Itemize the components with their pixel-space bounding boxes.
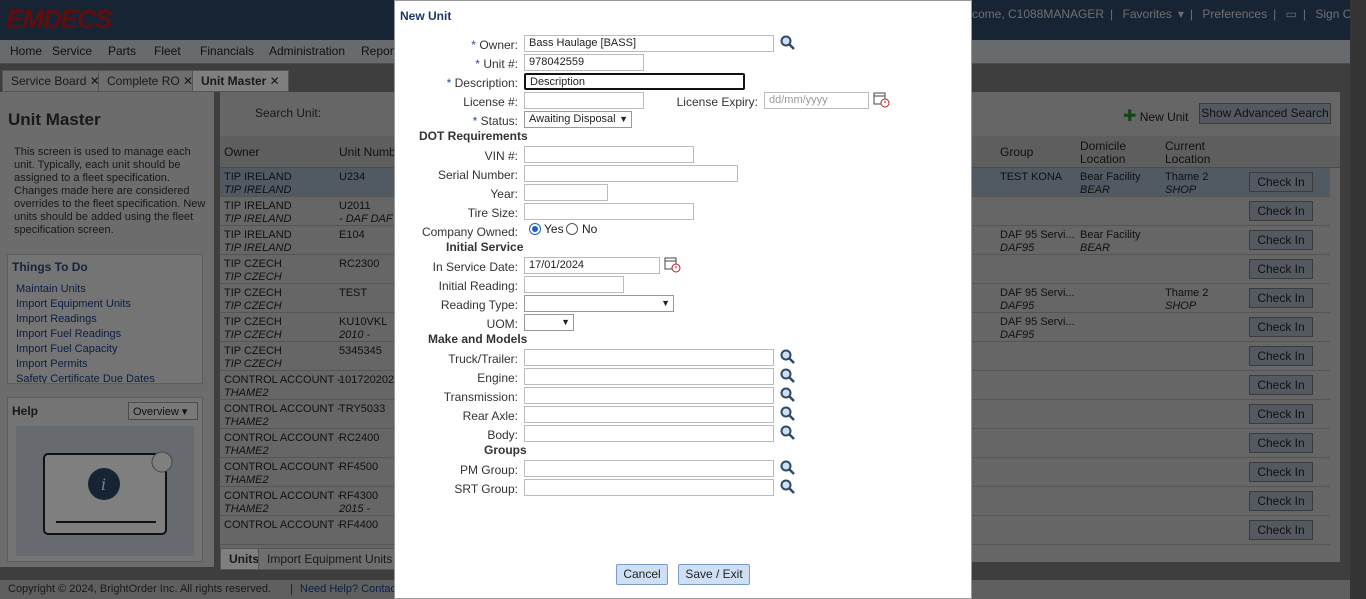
chevron-down-icon: ▼ (661, 298, 670, 308)
unit-number-label: * Unit #: (475, 57, 518, 71)
pm-group-label: PM Group: (459, 463, 518, 477)
vin-field[interactable] (524, 146, 694, 163)
dot-section-title: DOT Requirements (419, 129, 528, 143)
uom-label: UOM: (486, 317, 518, 331)
engine-search-icon[interactable] (780, 368, 796, 384)
truck-trailer-field[interactable] (524, 349, 774, 366)
yes-label: Yes (544, 222, 564, 236)
year-field[interactable] (524, 184, 608, 201)
transmission-field[interactable] (524, 387, 774, 404)
reading-type-label: Reading Type: (440, 298, 518, 312)
body-label: Body: (487, 428, 518, 442)
company-owned-label: Company Owned: (421, 225, 518, 239)
rear-axle-label: Rear Axle: (462, 409, 518, 423)
groups-section-title: Groups (484, 443, 527, 457)
license-label: License #: (463, 95, 518, 109)
body-search-icon[interactable] (780, 425, 796, 441)
tire-size-label: Tire Size: (467, 206, 518, 220)
cancel-button[interactable]: Cancel (616, 564, 668, 585)
truck-trailer-label: Truck/Trailer: (448, 352, 518, 366)
chevron-down-icon: ▼ (619, 114, 628, 124)
initial-reading-field[interactable] (524, 276, 624, 293)
year-label: Year: (490, 187, 518, 201)
company-owned-yes-radio[interactable] (529, 223, 541, 235)
pm-group-field[interactable] (524, 460, 774, 477)
pm-group-search-icon[interactable] (780, 460, 796, 476)
uom-select[interactable]: ▼ (524, 314, 574, 331)
make-models-section-title: Make and Models (428, 332, 528, 346)
license-expiry-label: License Expiry: (676, 95, 758, 109)
transmission-search-icon[interactable] (780, 387, 796, 403)
status-select[interactable]: Awaiting Disposal ▼ (524, 111, 632, 128)
dialog-title: New Unit (400, 9, 452, 23)
rear-axle-search-icon[interactable] (780, 406, 796, 422)
rear-axle-field[interactable] (524, 406, 774, 423)
status-label: * Status: (472, 114, 518, 128)
srt-group-label: SRT Group: (454, 482, 518, 496)
owner-field[interactable]: Bass Haulage [BASS] (524, 35, 774, 52)
in-service-date-label: In Service Date: (432, 260, 518, 274)
chevron-down-icon: ▼ (561, 317, 570, 327)
unit-number-field[interactable]: 978042559 (524, 54, 644, 71)
vin-label: VIN #: (484, 149, 518, 163)
serial-field[interactable] (524, 165, 738, 182)
new-unit-dialog: New Unit * Owner: Bass Haulage [BASS] * … (394, 0, 972, 599)
calendar-icon[interactable] (872, 90, 890, 108)
srt-group-search-icon[interactable] (780, 479, 796, 495)
owner-search-icon[interactable] (780, 35, 796, 51)
owner-label: * Owner: (471, 38, 518, 52)
initial-service-section-title: Initial Service (446, 240, 524, 254)
srt-group-field[interactable] (524, 479, 774, 496)
in-service-date-field[interactable]: 17/01/2024 (524, 257, 660, 274)
truck-search-icon[interactable] (780, 349, 796, 365)
body-field[interactable] (524, 425, 774, 442)
save-exit-button[interactable]: Save / Exit (678, 564, 750, 585)
reading-type-select[interactable]: ▼ (524, 295, 674, 312)
license-field[interactable] (524, 92, 644, 109)
license-expiry-field[interactable]: dd/mm/yyyy (764, 92, 869, 109)
tire-size-field[interactable] (524, 203, 694, 220)
initial-reading-label: Initial Reading: (438, 279, 518, 293)
no-label: No (582, 222, 598, 236)
description-label: * Description: (446, 76, 518, 90)
serial-label: Serial Number: (437, 168, 518, 182)
company-owned-no-radio[interactable] (566, 223, 578, 235)
engine-field[interactable] (524, 368, 774, 385)
transmission-label: Transmission: (443, 390, 518, 404)
engine-label: Engine: (477, 371, 518, 385)
calendar-icon[interactable] (663, 255, 681, 273)
description-field[interactable]: Description (524, 73, 745, 90)
